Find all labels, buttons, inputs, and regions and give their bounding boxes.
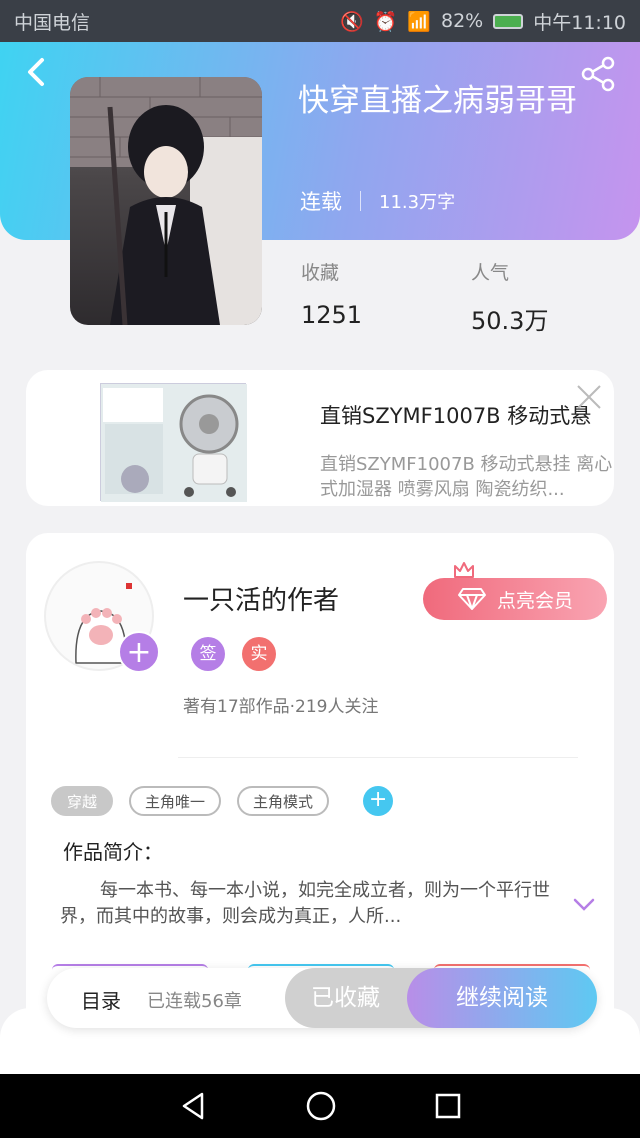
crown-icon bbox=[454, 562, 474, 578]
cover-illustration bbox=[70, 77, 262, 325]
diamond-icon bbox=[457, 588, 486, 610]
verified-badge: 实 bbox=[242, 637, 276, 671]
vip-label: 点亮会员 bbox=[496, 589, 573, 612]
chevron-down-icon[interactable] bbox=[572, 897, 596, 913]
author-name[interactable]: 一只活的作者 bbox=[183, 580, 339, 617]
author-works-count: 著有17部作品·219人关注 bbox=[183, 697, 379, 717]
vip-button[interactable]: 点亮会员 bbox=[423, 578, 607, 620]
intro-text[interactable]: 每一本书、每一本小说，如完全成立者，则为一个平行世界，而其中的故事，则会成为真正… bbox=[60, 878, 550, 930]
back-icon[interactable] bbox=[22, 56, 52, 88]
book-meta: 连载 11.3万字 bbox=[300, 186, 455, 216]
continue-reading-button[interactable]: 继续阅读 bbox=[407, 968, 597, 1028]
action-bar: 目录 已连载56章 已收藏 继续阅读 bbox=[47, 968, 597, 1028]
intro-label: 作品简介： bbox=[63, 840, 163, 864]
chapter-count: 已连载56章 bbox=[147, 991, 242, 1012]
nav-back-icon[interactable] bbox=[178, 1091, 208, 1121]
favorited-label: 已收藏 bbox=[311, 985, 380, 1011]
popularity-stat: 人气 50.3万 bbox=[471, 258, 548, 336]
tag-item[interactable]: 穿越 bbox=[51, 786, 114, 816]
divider bbox=[178, 757, 578, 758]
nav-home-icon[interactable] bbox=[305, 1090, 337, 1122]
tag-item[interactable]: 主角唯一 bbox=[129, 786, 222, 816]
popularity-label: 人气 bbox=[471, 262, 510, 284]
battery-icon bbox=[493, 13, 524, 29]
carrier-label: 中国电信 bbox=[14, 11, 91, 34]
popularity-value: 50.3万 bbox=[471, 307, 549, 335]
ad-description: 直销SZYMF1007B 移动式悬挂 离心式加湿器 喷雾风扇 陶瓷纺织... bbox=[320, 454, 613, 500]
author-card: + 一只活的作者 签 实 著有17部作品·219人关注 点亮会员 穿越 主角唯一… bbox=[26, 533, 614, 1033]
ad-banner[interactable]: 直销SZYMF1007B 移动式悬 直销SZYMF1007B 移动式悬挂 离心式… bbox=[26, 370, 614, 506]
mute-icon: 🔇 bbox=[339, 10, 364, 33]
word-count: 11.3万字 bbox=[379, 192, 456, 213]
toc-button[interactable]: 目录 bbox=[81, 985, 121, 1014]
wifi-icon: 📶 bbox=[407, 10, 431, 33]
alarm-icon: ⏰ bbox=[373, 10, 398, 33]
book-cover[interactable] bbox=[70, 77, 262, 325]
favorites-stat: 收藏 1251 bbox=[301, 258, 362, 329]
nav-recents-icon[interactable] bbox=[434, 1092, 462, 1120]
battery-percent: 82% bbox=[441, 10, 484, 32]
ad-image bbox=[100, 383, 247, 502]
signed-badge: 签 bbox=[191, 637, 225, 671]
close-icon[interactable] bbox=[576, 384, 602, 410]
meta-divider bbox=[360, 191, 361, 211]
status-bar: 中国电信 🔇 ⏰ 📶 82% 中午11:10 bbox=[0, 0, 640, 42]
add-tag-button[interactable]: + bbox=[363, 786, 394, 816]
share-icon[interactable] bbox=[580, 56, 616, 92]
clock: 中午11:10 bbox=[533, 11, 626, 34]
favorites-value: 1251 bbox=[301, 301, 363, 329]
favorites-label: 收藏 bbox=[301, 262, 340, 284]
serial-status: 连载 bbox=[300, 190, 342, 214]
ad-title: 直销SZYMF1007B 移动式悬 bbox=[320, 404, 592, 428]
system-nav-bar bbox=[0, 1074, 640, 1138]
tag-item[interactable]: 主角模式 bbox=[237, 786, 330, 816]
book-title: 快穿直播之病弱哥哥 bbox=[298, 83, 577, 119]
follow-button[interactable]: + bbox=[118, 631, 160, 673]
tag-list: 穿越 主角唯一 主角模式 + bbox=[51, 786, 394, 816]
